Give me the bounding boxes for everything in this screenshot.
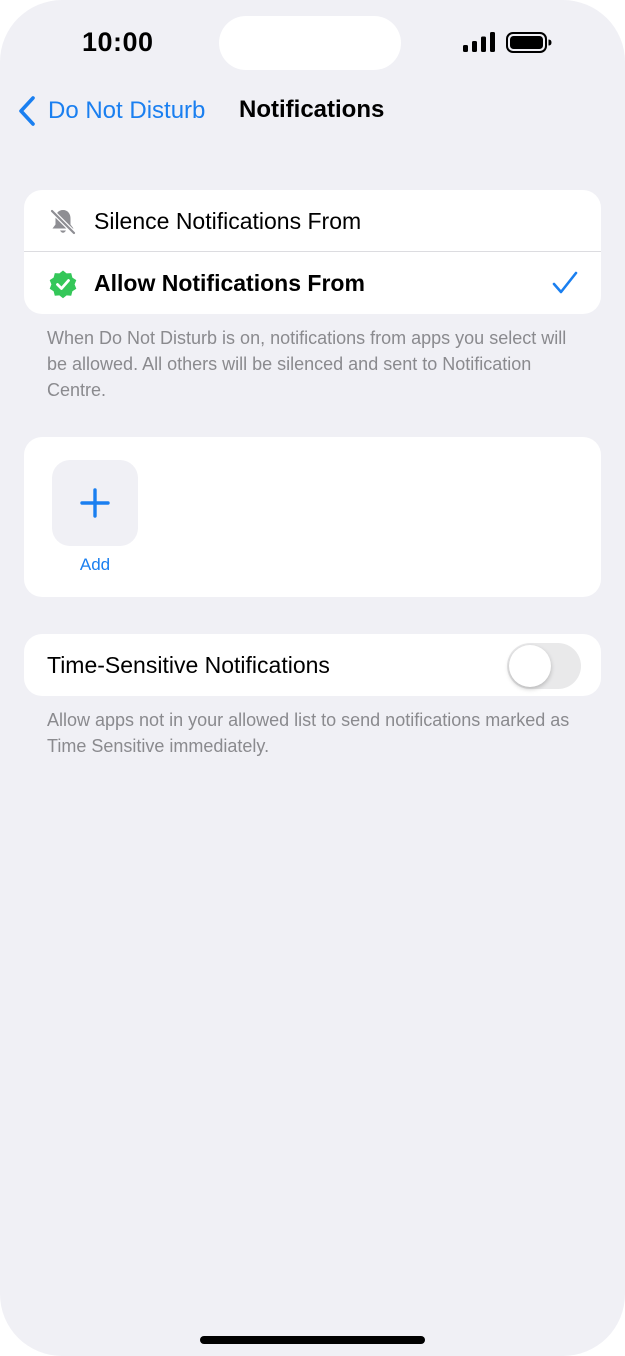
allow-notifications-row[interactable]: Allow Notifications From [24, 252, 601, 314]
silence-notifications-row[interactable]: Silence Notifications From [24, 190, 601, 252]
dynamic-island [219, 16, 401, 70]
page-title: Notifications [239, 96, 385, 123]
plus-icon [80, 488, 110, 518]
cellular-signal-icon [463, 32, 495, 52]
phone-screen: 10:00 Do Not Disturb Notifications Silen… [0, 0, 625, 1356]
notification-mode-group: Silence Notifications From Allow Notific… [24, 190, 601, 314]
status-time: 10:00 [82, 27, 154, 57]
chevron-left-icon [19, 96, 35, 126]
time-sensitive-group: Time-Sensitive Notifications [24, 634, 601, 696]
time-sensitive-label: Time-Sensitive Notifications [47, 651, 330, 678]
time-sensitive-row: Time-Sensitive Notifications [24, 634, 601, 696]
allowed-apps-group: Add [24, 437, 601, 597]
bell-slash-icon [49, 208, 77, 236]
add-app-button[interactable] [52, 460, 138, 546]
mode-footnote: When Do Not Disturb is on, notifications… [47, 328, 567, 400]
home-indicator[interactable] [200, 1336, 425, 1344]
checkmark-icon [552, 271, 578, 294]
checkmark-seal-icon [49, 270, 77, 299]
back-button-label: Do Not Disturb [48, 97, 206, 124]
back-button[interactable]: Do Not Disturb [16, 93, 205, 129]
battery-icon [506, 32, 552, 53]
add-app-label[interactable]: Add [52, 555, 138, 575]
silence-notifications-label: Silence Notifications From [94, 207, 362, 234]
allow-notifications-label: Allow Notifications From [94, 269, 365, 296]
time-sensitive-footnote: Allow apps not in your allowed list to s… [47, 710, 570, 756]
toggle-knob [509, 645, 551, 687]
time-sensitive-toggle[interactable] [507, 643, 581, 689]
